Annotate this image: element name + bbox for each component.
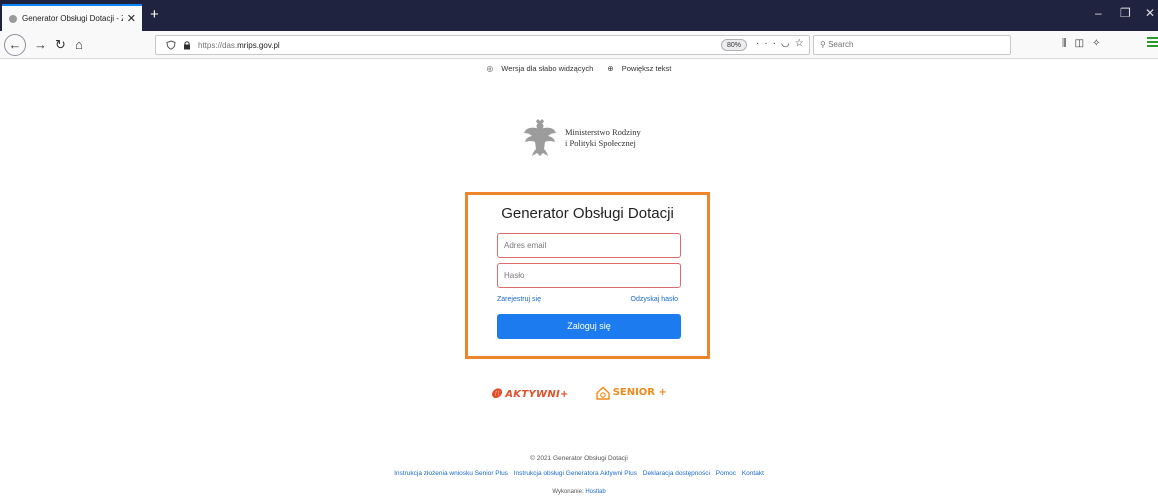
low-vision-link[interactable]: ◎ Wersja dla słabo widzących — [484, 64, 599, 73]
senior-plus-logo[interactable]: SENIOR + — [595, 386, 667, 400]
polish-eagle-emblem-icon — [524, 119, 556, 156]
forward-arrow-icon[interactable]: → — [34, 36, 47, 54]
library-icon[interactable]: ⫼ — [1062, 38, 1075, 49]
search-icon: ⚲ — [820, 40, 826, 49]
url-bar[interactable]: https://das.mrips.gov.pl 80% ···◡☆ — [155, 35, 810, 55]
search-placeholder: Search — [828, 40, 854, 49]
back-arrow-icon[interactable]: ← — [4, 34, 26, 56]
aktywni-plus-logo[interactable]: ⓫ AKTYWNI+ — [491, 385, 569, 400]
password-field[interactable] — [497, 263, 681, 288]
zoom-level-badge[interactable]: 80% — [721, 39, 748, 51]
tracking-shield-icon[interactable] — [166, 40, 176, 50]
login-panel: Generator Obsługi Dotacji Zarejestruj si… — [465, 192, 710, 359]
senior-house-icon — [595, 386, 610, 400]
login-button[interactable]: Zaloguj się — [497, 314, 681, 339]
register-link[interactable]: Zarejestruj się — [497, 296, 541, 303]
page-actions-menu-icon[interactable]: ··· — [756, 38, 781, 49]
hamburger-menu-icon[interactable] — [1147, 37, 1158, 49]
reload-icon[interactable]: ↻ — [55, 36, 66, 54]
url-text: https://das.mrips.gov.pl — [198, 40, 280, 50]
footer-copyright: © 2021 Generator Obsługi Dotacji — [530, 455, 628, 462]
page-actions: ···◡☆ — [756, 38, 809, 49]
tab-title: Generator Obsługi Dotacji - Za — [22, 14, 123, 23]
home-icon[interactable]: ⌂ — [75, 36, 83, 54]
enlarge-text-link[interactable]: ⊕ Powiększ tekst — [604, 64, 674, 73]
footer-links: Instrukcja złożenia wniosku Senior Plus … — [0, 470, 1158, 477]
login-title: Generator Obsługi Dotacji — [501, 205, 674, 222]
hostlab-link[interactable]: Hostlab — [585, 489, 605, 495]
minimize-icon[interactable]: – — [1095, 6, 1102, 20]
new-tab-button[interactable]: + — [150, 6, 159, 24]
magnifier-icon: ⊕ — [607, 64, 614, 73]
close-window-icon[interactable]: ✕ — [1145, 6, 1155, 20]
sidebar-icon[interactable]: ◫ — [1075, 38, 1092, 49]
footer-link-accessibility[interactable]: Deklaracja dostępności — [643, 470, 710, 477]
recover-password-link[interactable]: Odzyskaj hasło — [631, 296, 678, 303]
eye-icon: ◎ — [486, 64, 494, 73]
search-input[interactable]: ⚲ Search — [813, 35, 1011, 55]
tab-close-icon[interactable]: ✕ — [127, 12, 136, 25]
extension-icon[interactable]: ✧ — [1092, 38, 1108, 49]
email-field[interactable] — [497, 233, 681, 258]
restore-icon[interactable]: ❐ — [1120, 6, 1131, 20]
lock-icon[interactable] — [182, 40, 192, 50]
ministry-logo: Ministerstwo Rodziny i Polityki Społeczn… — [523, 119, 641, 157]
footer-link-help[interactable]: Pomoc — [716, 470, 736, 477]
browser-tab-active[interactable]: Generator Obsługi Dotacji - Za ✕ — [2, 4, 142, 31]
aktywni-badge-icon: ⓫ — [491, 389, 502, 400]
footer-credits: Wykonanie: Hostlab — [552, 489, 606, 495]
browser-nav-bar: ← → ↻ ⌂ https://das.mrips.gov.pl 80% ···… — [0, 31, 1158, 59]
partner-logos: ⓫ AKTYWNI+ SENIOR + — [0, 385, 1158, 400]
footer-link-contact[interactable]: Kontakt — [742, 470, 764, 477]
toolbar-icons: ⫼◫✧ — [1062, 38, 1108, 49]
bookmark-star-icon[interactable]: ☆ — [795, 38, 809, 49]
accessibility-bar: ◎ Wersja dla słabo widzących ⊕ Powiększ … — [0, 64, 1158, 73]
pocket-icon[interactable]: ◡ — [781, 38, 795, 49]
footer-link-aktywni-instructions[interactable]: Instrukcja obsługi Generatora Aktywni Pl… — [514, 470, 637, 477]
eagle-favicon-icon — [9, 14, 17, 23]
ministry-name: Ministerstwo Rodziny i Polityki Społeczn… — [565, 127, 641, 148]
footer-link-senior-instructions[interactable]: Instrukcja złożenia wniosku Senior Plus — [394, 470, 508, 477]
browser-tab-bar: Generator Obsługi Dotacji - Za ✕ + – ❐ ✕ — [0, 0, 1158, 31]
